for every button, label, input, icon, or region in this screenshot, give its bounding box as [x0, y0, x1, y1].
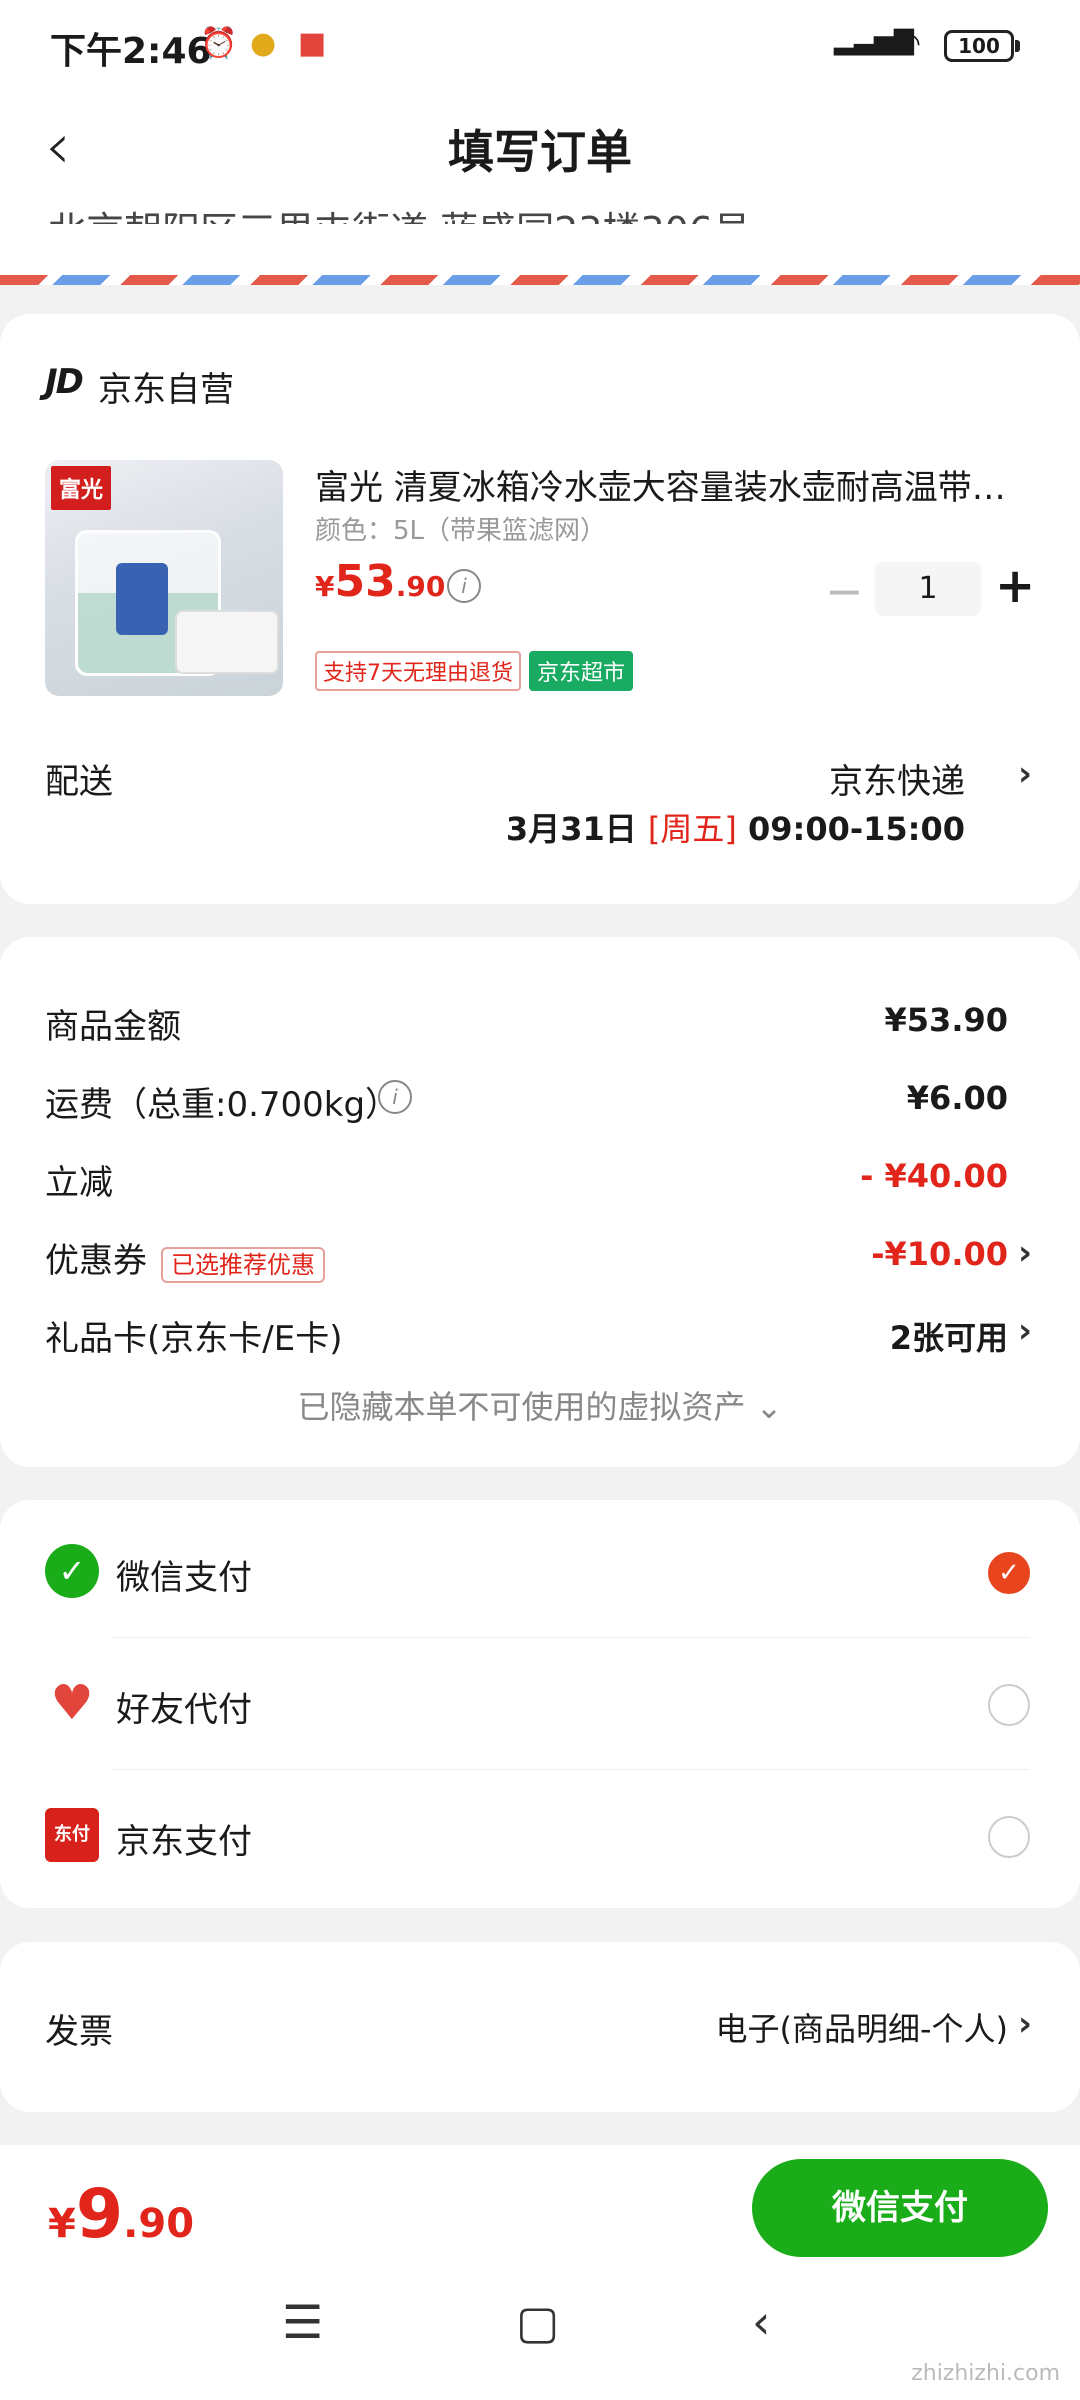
- invoice-label: 发票: [45, 2012, 113, 2052]
- envelope-stripe: [0, 275, 1080, 285]
- jd-logo-icon: JD: [45, 362, 84, 402]
- weibo-icon: ●: [250, 26, 277, 61]
- jd-pay-radio[interactable]: [988, 1816, 1030, 1858]
- coupon-chevron-icon[interactable]: ›: [1018, 1233, 1032, 1273]
- payment-card: ✓ 微信支付 ✓ ♥ 好友代付 东付 京东支付: [0, 1500, 1080, 1908]
- giftcard-chevron-icon[interactable]: ›: [1018, 1311, 1032, 1351]
- menu-icon[interactable]: ☰: [282, 2295, 323, 2349]
- jd-pay-label[interactable]: 京东支付: [116, 1814, 252, 1863]
- product-price: ¥53.90: [315, 556, 446, 607]
- brand-badge: 富光: [51, 466, 112, 510]
- app-notification-icon: ■: [298, 26, 327, 61]
- goods-amount-value: ¥53.90: [884, 1001, 1008, 1039]
- page-title: 填写订单: [448, 125, 632, 179]
- discount-value: - ¥40.00: [860, 1157, 1008, 1195]
- quantity-field[interactable]: 1: [875, 562, 981, 616]
- product-name[interactable]: 富光 清夏冰箱冷水壶大容量装水壶耐高温带…: [315, 460, 1015, 509]
- amount-card: 商品金额 ¥53.90 运费（总重:0.700kg） i ¥6.00 立减 - …: [0, 937, 1080, 1467]
- wifi-icon: ◠: [895, 26, 922, 61]
- tray-illustration: [175, 610, 279, 674]
- freight-label: 运费（总重:0.700kg）: [45, 1085, 400, 1125]
- watermark: zhizhizhi.com: [911, 2361, 1060, 2386]
- delivery-time[interactable]: 3月31日 [周五] 09:00-15:00: [506, 804, 965, 850]
- product-card: JD 京东自营 富光 富光 清夏冰箱冷水壶大容量装水壶耐高温带… 颜色：5L（带…: [0, 314, 1080, 904]
- discount-label: 立减: [45, 1163, 113, 1203]
- coupon-row[interactable]: 优惠券 已选推荐优惠: [45, 1233, 325, 1283]
- address-line[interactable]: 北京朝阳区三里屯街道 蓝盛园23楼306号: [48, 200, 1028, 224]
- delivery-label: 配送: [45, 762, 113, 802]
- bottom-bar: ¥9.90 微信支付 ☰ ▢ ‹ zhizhizhi.com: [0, 2145, 1080, 2400]
- return-policy-tag: 支持7天无理由退货: [315, 651, 521, 691]
- wechat-pay-radio[interactable]: ✓: [988, 1552, 1030, 1594]
- product-spec: 颜色：5L（带果篮滤网）: [315, 516, 607, 546]
- status-bar: 下午2:46 ⏰ ● ■ ▂▃▅▇ ◠ 100: [0, 0, 1080, 90]
- freight-info-icon[interactable]: i: [378, 1080, 412, 1114]
- divider: [112, 1637, 1030, 1638]
- status-time: 下午2:46: [50, 31, 212, 72]
- giftcard-value[interactable]: 2张可用: [890, 1313, 1008, 1359]
- battery-icon: 100: [944, 30, 1020, 62]
- delivery-method[interactable]: 京东快递: [829, 754, 965, 803]
- jd-pay-icon: 东付: [45, 1808, 99, 1862]
- invoice-chevron-icon[interactable]: ›: [1018, 2004, 1032, 2044]
- coupon-tag: 已选推荐优惠: [161, 1247, 325, 1283]
- friend-pay-label[interactable]: 好友代付: [116, 1682, 252, 1731]
- giftcard-label: 礼品卡(京东卡/E卡): [45, 1319, 343, 1359]
- freight-value: ¥6.00: [906, 1079, 1008, 1117]
- wechat-pay-label[interactable]: 微信支付: [116, 1550, 252, 1599]
- price-info-icon[interactable]: i: [447, 569, 481, 603]
- wechat-pay-icon: ✓: [45, 1544, 99, 1598]
- nav-back-icon[interactable]: ‹: [752, 2295, 770, 2349]
- goods-amount-label: 商品金额: [45, 1007, 181, 1047]
- qty-plus-button[interactable]: +: [995, 558, 1035, 614]
- product-image[interactable]: 富光: [45, 460, 283, 696]
- hidden-assets-toggle[interactable]: 已隐藏本单不可使用的虚拟资产 ⌄: [0, 1382, 1080, 1428]
- order-total: ¥9.90: [48, 2175, 195, 2254]
- divider: [112, 1769, 1030, 1770]
- coupon-value[interactable]: -¥10.00: [871, 1235, 1008, 1273]
- friend-pay-radio[interactable]: [988, 1684, 1030, 1726]
- header: ‹ 填写订单 北京朝阳区三里屯街道 蓝盛园23楼306号: [0, 90, 1080, 285]
- invoice-card[interactable]: 发票 电子(商品明细-个人) ›: [0, 1942, 1080, 2112]
- friend-pay-icon: ♥: [50, 1675, 94, 1731]
- jd-market-tag: 京东超市: [529, 651, 634, 691]
- shop-name[interactable]: 京东自营: [98, 362, 234, 411]
- home-icon[interactable]: ▢: [516, 2295, 559, 2349]
- qty-minus-button[interactable]: −: [825, 564, 864, 618]
- invoice-value[interactable]: 电子(商品明细-个人): [715, 2004, 1008, 2050]
- delivery-chevron-icon[interactable]: ›: [1018, 754, 1032, 794]
- wechat-pay-button[interactable]: 微信支付: [752, 2159, 1048, 2257]
- alarm-icon: ⏰: [200, 26, 238, 61]
